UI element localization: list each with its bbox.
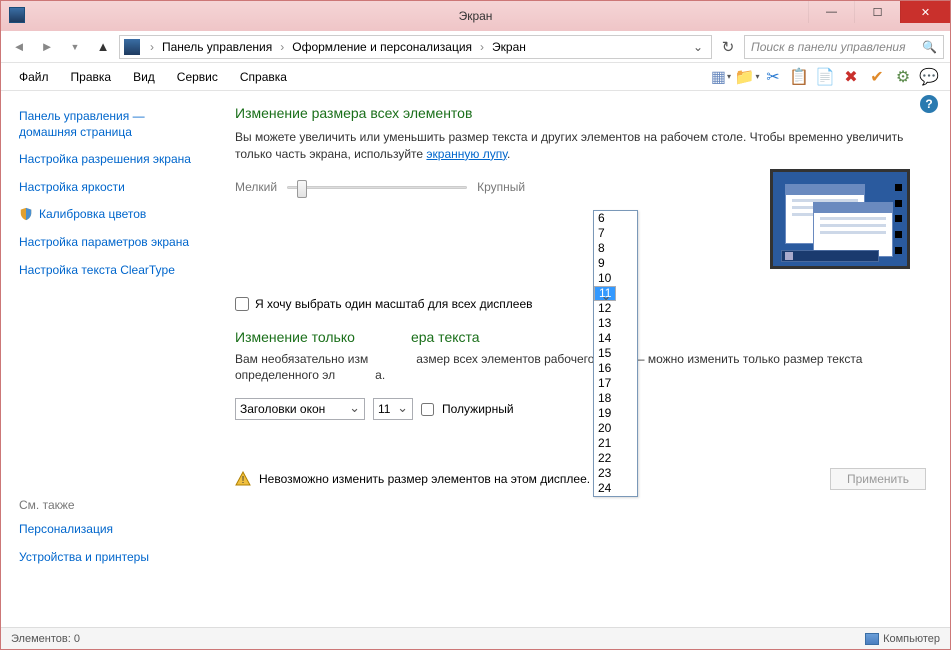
sidebar-item-home[interactable]: Панель управления — домашняя страница — [19, 109, 199, 140]
menubar: Файл Правка Вид Сервис Справка ▦📁✂📋📄✖✔⚙💬 — [1, 63, 950, 91]
seealso-personalization[interactable]: Персонализация — [19, 522, 199, 538]
delete-icon[interactable]: ✖ — [840, 66, 862, 88]
fontsize-option[interactable]: 19 — [594, 406, 637, 421]
slider-min-label: Мелкий — [235, 180, 277, 194]
menu-help[interactable]: Справка — [230, 66, 297, 88]
fontsize-option[interactable]: 20 — [594, 421, 637, 436]
fontsize-option[interactable]: 17 — [594, 376, 637, 391]
sidebar-item-cleartype[interactable]: Настройка текста ClearType — [19, 263, 199, 279]
breadcrumb[interactable]: › Панель управления › Оформление и персо… — [119, 35, 712, 59]
sidebar-item-brightness[interactable]: Настройка яркости — [19, 180, 199, 196]
fontsize-dropdown[interactable]: 6789101112131415161718192021222324 — [593, 210, 638, 497]
bold-label: Полужирный — [442, 402, 514, 416]
sidebar-item-resolution[interactable]: Настройка разрешения экрана — [19, 152, 199, 168]
bold-checkbox[interactable] — [421, 403, 434, 416]
heading-resize-all: Изменение размера всех элементов — [235, 105, 926, 121]
fontsize-option[interactable]: 6 — [594, 211, 637, 226]
search-input[interactable]: Поиск в панели управления 🔍 — [744, 35, 944, 59]
status-left: Элементов: 0 — [11, 633, 80, 645]
fontsize-option[interactable]: 9 — [594, 256, 637, 271]
fontsize-option[interactable]: 11 — [594, 286, 616, 301]
magnifier-link[interactable]: экранную лупу — [426, 147, 507, 161]
warning-text: Невозможно изменить размер элементов на … — [259, 472, 590, 486]
options-icon[interactable]: ⚙ — [892, 66, 914, 88]
minimize-button[interactable]: — — [808, 1, 854, 23]
fontsize-option[interactable]: 18 — [594, 391, 637, 406]
element-select[interactable]: Заголовки окон — [235, 398, 365, 420]
fontsize-option[interactable]: 16 — [594, 361, 637, 376]
fontsize-option[interactable]: 7 — [594, 226, 637, 241]
layout-icon[interactable]: ▦ — [710, 66, 732, 88]
fontsize-option[interactable]: 12 — [594, 301, 637, 316]
forward-button[interactable]: ► — [35, 35, 59, 59]
fontsize-option[interactable]: 15 — [594, 346, 637, 361]
paste-icon[interactable]: 📄 — [814, 66, 836, 88]
copy-icon[interactable]: 📋 — [788, 66, 810, 88]
main-panel: Изменение размера всех элементов Вы може… — [211, 91, 950, 624]
fontsize-option[interactable]: 14 — [594, 331, 637, 346]
slider-max-label: Крупный — [477, 180, 525, 194]
fontsize-option[interactable]: 23 — [594, 466, 637, 481]
fontsize-select[interactable]: 11 — [373, 398, 413, 420]
check-icon[interactable]: ✔ — [866, 66, 888, 88]
menu-edit[interactable]: Правка — [61, 66, 122, 88]
up-button[interactable]: ▲ — [91, 35, 115, 59]
warning-icon: ! — [235, 471, 251, 487]
sidebar: Панель управления — домашняя страница На… — [1, 91, 211, 624]
preview-monitor — [770, 169, 910, 269]
sidebar-item-calibration[interactable]: Калибровка цветов — [39, 207, 146, 223]
fontsize-option[interactable]: 24 — [594, 481, 637, 496]
recent-dropdown[interactable]: ▼ — [63, 35, 87, 59]
fontsize-option[interactable]: 10 — [594, 271, 637, 286]
fontsize-option[interactable]: 21 — [594, 436, 637, 451]
search-icon[interactable]: 🔍 — [922, 40, 937, 54]
path-dropdown[interactable]: ⌄ — [689, 40, 707, 54]
folder-icon[interactable]: 📁 — [736, 66, 758, 88]
crumb-2[interactable]: Экран — [490, 40, 528, 54]
apply-button[interactable]: Применить — [830, 468, 926, 490]
crumb-1[interactable]: Оформление и персонализация — [290, 40, 474, 54]
menu-view[interactable]: Вид — [123, 66, 165, 88]
fontsize-option[interactable]: 8 — [594, 241, 637, 256]
computer-icon — [865, 633, 879, 645]
chat-icon[interactable]: 💬 — [918, 66, 940, 88]
nav-row: ◄ ► ▼ ▲ › Панель управления › Оформление… — [1, 31, 950, 63]
menu-file[interactable]: Файл — [9, 66, 59, 88]
back-button[interactable]: ◄ — [7, 35, 31, 59]
seealso-devices[interactable]: Устройства и принтеры — [19, 550, 199, 566]
para-1: Вы можете увеличить или уменьшить размер… — [235, 129, 926, 163]
scissors-icon[interactable]: ✂ — [762, 66, 784, 88]
single-scale-checkbox[interactable] — [235, 297, 249, 311]
heading-text-only: Изменение толькоXXXXXXера текста — [235, 329, 926, 345]
close-button[interactable]: ✕ — [900, 1, 950, 23]
seealso-heading: См. также — [19, 498, 199, 512]
cp-icon — [124, 39, 140, 55]
titlebar: Экран — ☐ ✕ — [1, 1, 950, 31]
para-2: Вам необязательно измXXXXXXазмер всех эл… — [235, 351, 926, 385]
refresh-button[interactable]: ↻ — [716, 35, 740, 59]
single-scale-label: Я хочу выбрать один масштаб для всех дис… — [255, 297, 533, 311]
shield-icon — [19, 207, 33, 221]
svg-text:!: ! — [242, 475, 245, 486]
fontsize-option[interactable]: 22 — [594, 451, 637, 466]
sidebar-item-params[interactable]: Настройка параметров экрана — [19, 235, 199, 251]
size-slider[interactable] — [287, 177, 467, 197]
slider-thumb[interactable] — [297, 180, 307, 198]
app-icon — [9, 7, 25, 23]
menu-service[interactable]: Сервис — [167, 66, 228, 88]
crumb-0[interactable]: Панель управления — [160, 40, 274, 54]
fontsize-option[interactable]: 13 — [594, 316, 637, 331]
window-title: Экран — [459, 9, 493, 23]
statusbar: Элементов: 0 Компьютер — [1, 627, 950, 649]
maximize-button[interactable]: ☐ — [854, 1, 900, 23]
status-right: Компьютер — [883, 633, 940, 645]
